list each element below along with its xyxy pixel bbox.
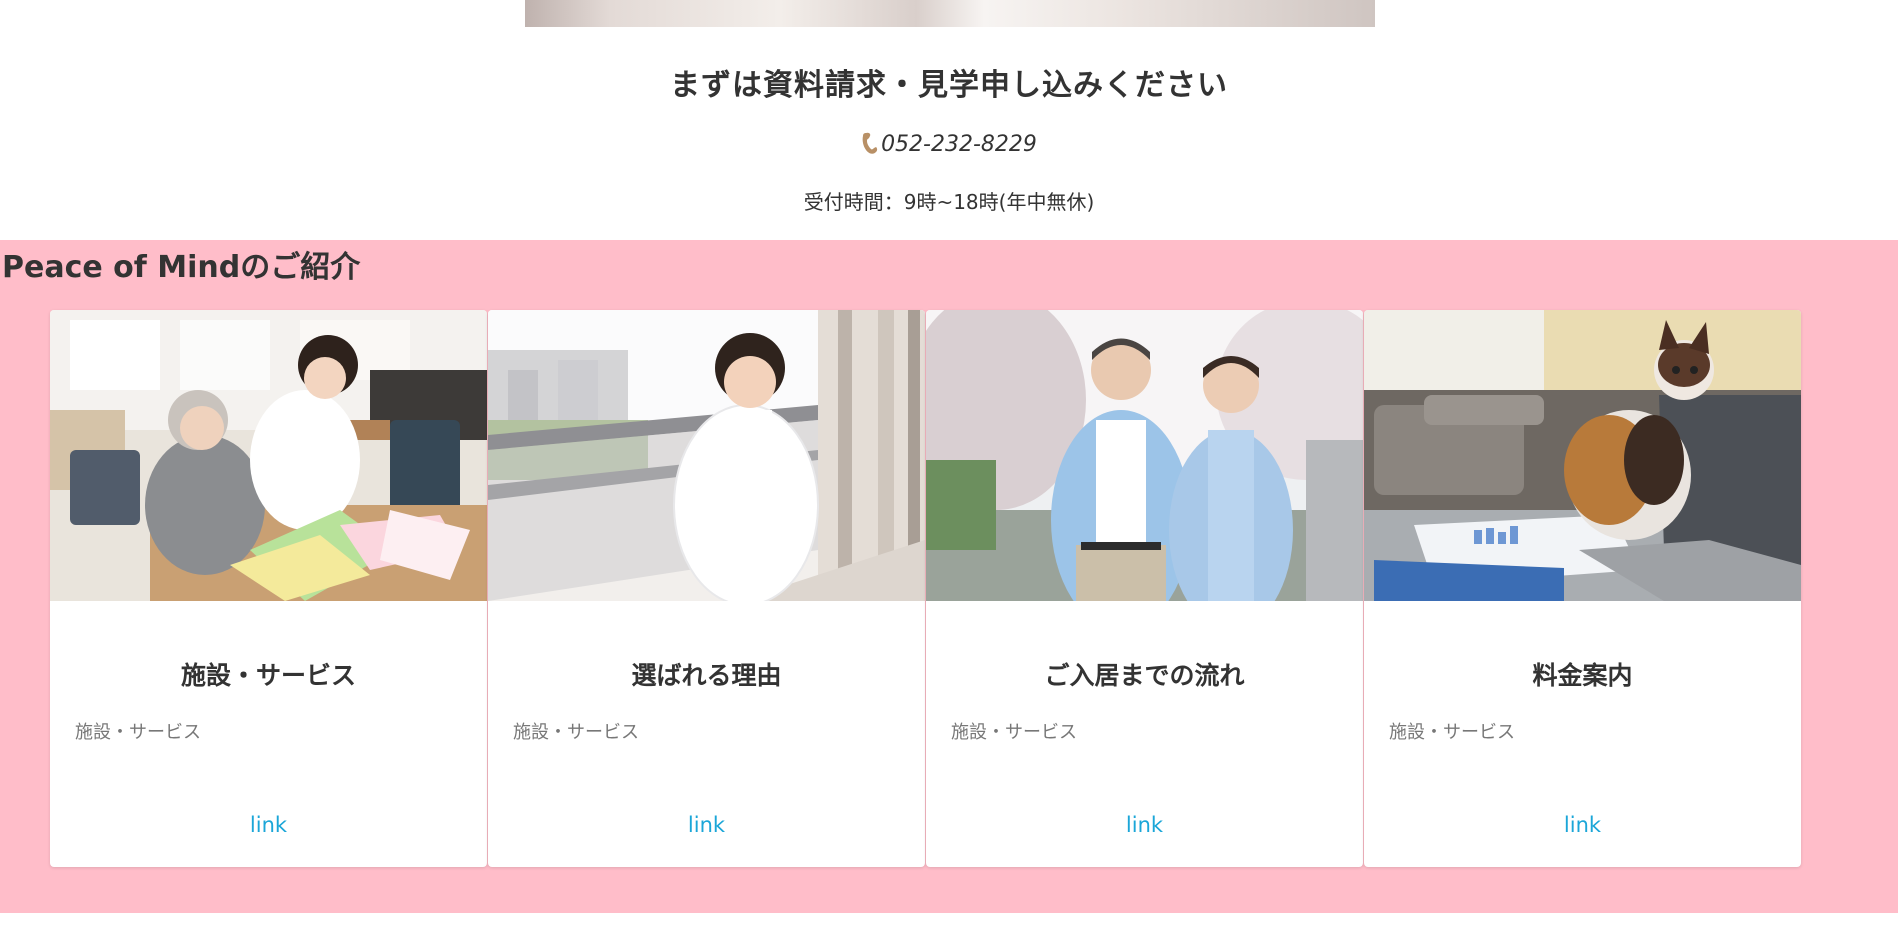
hero-image-bottom-edge (525, 0, 1375, 27)
card-text: 施設・サービス (513, 722, 639, 743)
card-title: 料金案内 (1532, 661, 1633, 690)
phone-number[interactable]: 052-232-8229 (881, 132, 1037, 157)
card-title: 選ばれる理由 (631, 661, 782, 690)
card-link[interactable]: link (926, 813, 1363, 837)
card-pricing: 料金案内 施設・サービス link (1364, 310, 1801, 867)
card-text: 施設・サービス (75, 722, 201, 743)
card-link[interactable]: link (1364, 813, 1801, 837)
card-move-in-flow: ご入居までの流れ 施設・サービス link (926, 310, 1363, 867)
smiling-staff-on-balcony-photo (488, 310, 925, 601)
card-link[interactable]: link (488, 813, 925, 837)
intro-section: Peace of Mindのご紹介 施設・サービス 施設・サービス link 選… (0, 240, 1898, 913)
caregiver-with-elderly-woman-photo (50, 310, 487, 601)
card-text: 施設・サービス (1389, 722, 1515, 743)
senior-couple-outdoors-photo (926, 310, 1363, 601)
section-title: Peace of Mindのご紹介 (2, 250, 361, 285)
contact-title: まずは資料請求・見学申し込みください (670, 68, 1228, 103)
card-link[interactable]: link (50, 813, 487, 837)
card-title: ご入居までの流れ (1044, 661, 1245, 690)
card-title: 施設・サービス (180, 661, 356, 690)
card-text: 施設・サービス (951, 722, 1077, 743)
phone-line: 052-232-8229 (0, 131, 1898, 157)
card-facility-services: 施設・サービス 施設・サービス link (50, 310, 487, 867)
card-list: 施設・サービス 施設・サービス link 選ばれる理由 施設・サービス link… (50, 310, 1802, 867)
business-hours: 受付時間：9時~18時(年中無休) (803, 190, 1095, 214)
card-reasons: 選ばれる理由 施設・サービス link (488, 310, 925, 867)
cat-on-desk-with-laptop-photo (1364, 310, 1801, 601)
phone-icon (861, 131, 879, 157)
